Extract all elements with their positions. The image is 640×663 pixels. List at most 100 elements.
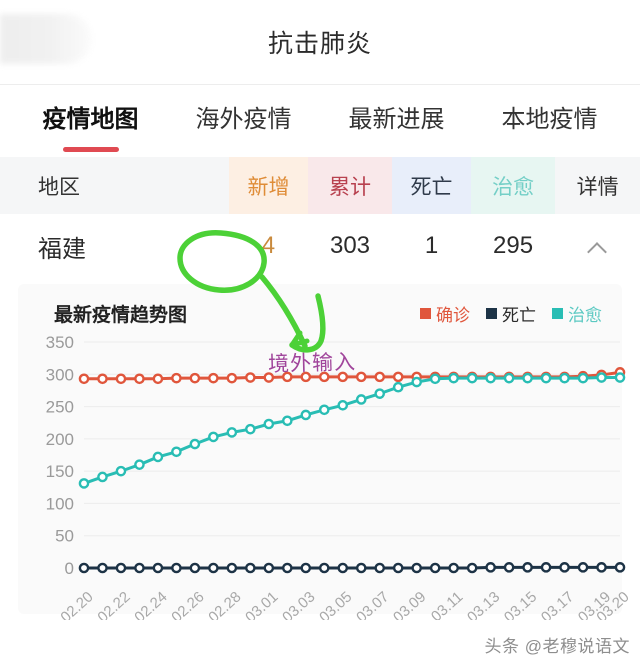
column-header-total[interactable]: 累计 (307, 157, 393, 214)
series-point[interactable] (392, 562, 404, 574)
y-axis-tick-label: 250 (46, 398, 74, 417)
series-point[interactable] (97, 373, 108, 385)
series-point[interactable] (208, 431, 219, 443)
series-point[interactable] (374, 562, 386, 574)
series-point[interactable] (337, 399, 349, 411)
series-point[interactable] (282, 415, 293, 427)
x-axis-tick-label: 02.26 (168, 588, 207, 620)
series-point[interactable] (245, 423, 256, 435)
series-point[interactable] (337, 562, 349, 574)
series-point[interactable] (226, 372, 238, 384)
series-point[interactable] (392, 381, 404, 393)
series-point[interactable] (134, 562, 145, 574)
series-point[interactable] (115, 465, 127, 477)
cell-detail-toggle[interactable] (555, 214, 640, 278)
series-point[interactable] (355, 394, 367, 405)
column-header-cured[interactable]: 治愈 (470, 157, 556, 214)
series-point[interactable] (226, 427, 238, 438)
series-point[interactable] (97, 471, 108, 483)
column-header-death[interactable]: 死亡 (392, 157, 471, 214)
series-point[interactable] (485, 562, 496, 573)
legend-item-confirmed[interactable]: 确诊 (420, 301, 470, 326)
series-point[interactable] (355, 562, 367, 574)
series-point[interactable] (171, 562, 182, 574)
series-point[interactable] (189, 438, 201, 450)
series-point[interactable] (245, 372, 256, 383)
series-point[interactable] (78, 478, 90, 489)
series-point[interactable] (355, 371, 367, 383)
active-tab-indicator (62, 147, 119, 152)
x-axis-tick-label: 03.01 (242, 588, 281, 620)
x-axis-tick-label: 03.15 (501, 588, 540, 620)
series-point[interactable] (448, 372, 459, 384)
series-point[interactable] (614, 372, 626, 383)
series-point[interactable] (374, 388, 386, 399)
y-axis-tick-label: 0 (65, 559, 74, 578)
series-point[interactable] (300, 409, 312, 421)
column-header-detail[interactable]: 详情 (555, 157, 640, 214)
series-point[interactable] (466, 372, 478, 384)
tab-local-epidemic[interactable]: 本地疫情 (473, 108, 626, 134)
series-point[interactable] (540, 372, 552, 384)
series-point[interactable] (466, 562, 478, 574)
series-point[interactable] (78, 373, 90, 385)
series-point[interactable] (559, 562, 570, 573)
series-point[interactable] (522, 562, 533, 573)
series-point[interactable] (318, 404, 330, 416)
chevron-up-icon[interactable] (588, 241, 608, 253)
column-header-new[interactable]: 新增 (229, 157, 308, 214)
column-header-region[interactable]: 地区 (0, 157, 230, 214)
series-point[interactable] (503, 372, 515, 384)
series-point[interactable] (226, 562, 238, 574)
series-point[interactable] (577, 562, 589, 573)
series-point[interactable] (411, 376, 422, 388)
chart-title: 最新疫情趋势图 (54, 304, 188, 326)
series-point[interactable] (115, 373, 127, 385)
series-point[interactable] (115, 562, 127, 574)
series-point[interactable] (448, 562, 459, 574)
series-point[interactable] (189, 562, 201, 574)
series-point[interactable] (577, 372, 589, 384)
series-point[interactable] (78, 562, 90, 574)
series-point[interactable] (596, 372, 607, 383)
series-point[interactable] (208, 562, 219, 574)
legend-item-cured[interactable]: 治愈 (552, 301, 602, 326)
series-point[interactable] (171, 446, 182, 458)
series-point[interactable] (540, 562, 552, 573)
x-axis-tick-label: 03.13 (464, 588, 503, 620)
series-point[interactable] (245, 562, 256, 574)
series-point[interactable] (189, 372, 201, 384)
series-point[interactable] (411, 562, 422, 574)
table-row[interactable]: 福建 4 303 1 295 (0, 214, 640, 278)
series-point[interactable] (134, 373, 145, 385)
series-point[interactable] (263, 418, 275, 430)
status-bar-blur (0, 14, 92, 64)
series-point[interactable] (318, 562, 330, 574)
tab-overseas-epidemic[interactable]: 海外疫情 (167, 108, 320, 134)
legend-label-confirmed: 确诊 (436, 305, 470, 325)
series-point[interactable] (392, 371, 404, 383)
series-point[interactable] (429, 373, 441, 385)
series-point[interactable] (300, 562, 312, 574)
series-point[interactable] (152, 562, 164, 574)
legend-item-death[interactable]: 死亡 (486, 301, 536, 326)
series-point[interactable] (263, 562, 275, 574)
series-point[interactable] (429, 562, 441, 574)
series-point[interactable] (171, 372, 182, 384)
series-point[interactable] (559, 372, 570, 384)
series-point[interactable] (97, 562, 108, 574)
series-point[interactable] (503, 562, 515, 573)
series-point[interactable] (522, 372, 533, 384)
series-point[interactable] (374, 371, 386, 383)
series-point[interactable] (485, 372, 496, 384)
series-point[interactable] (282, 562, 293, 574)
series-point[interactable] (614, 562, 626, 573)
epidemic-table: 地区 新增 累计 死亡 治愈 详情 福建 4 303 1 295 (0, 157, 640, 278)
series-point[interactable] (152, 451, 164, 463)
tab-epidemic-map[interactable]: 疫情地图 (14, 108, 167, 152)
series-point[interactable] (152, 373, 164, 385)
series-point[interactable] (596, 562, 607, 573)
series-point[interactable] (134, 459, 145, 470)
tab-latest-progress[interactable]: 最新进展 (320, 108, 473, 134)
series-point[interactable] (208, 372, 219, 384)
